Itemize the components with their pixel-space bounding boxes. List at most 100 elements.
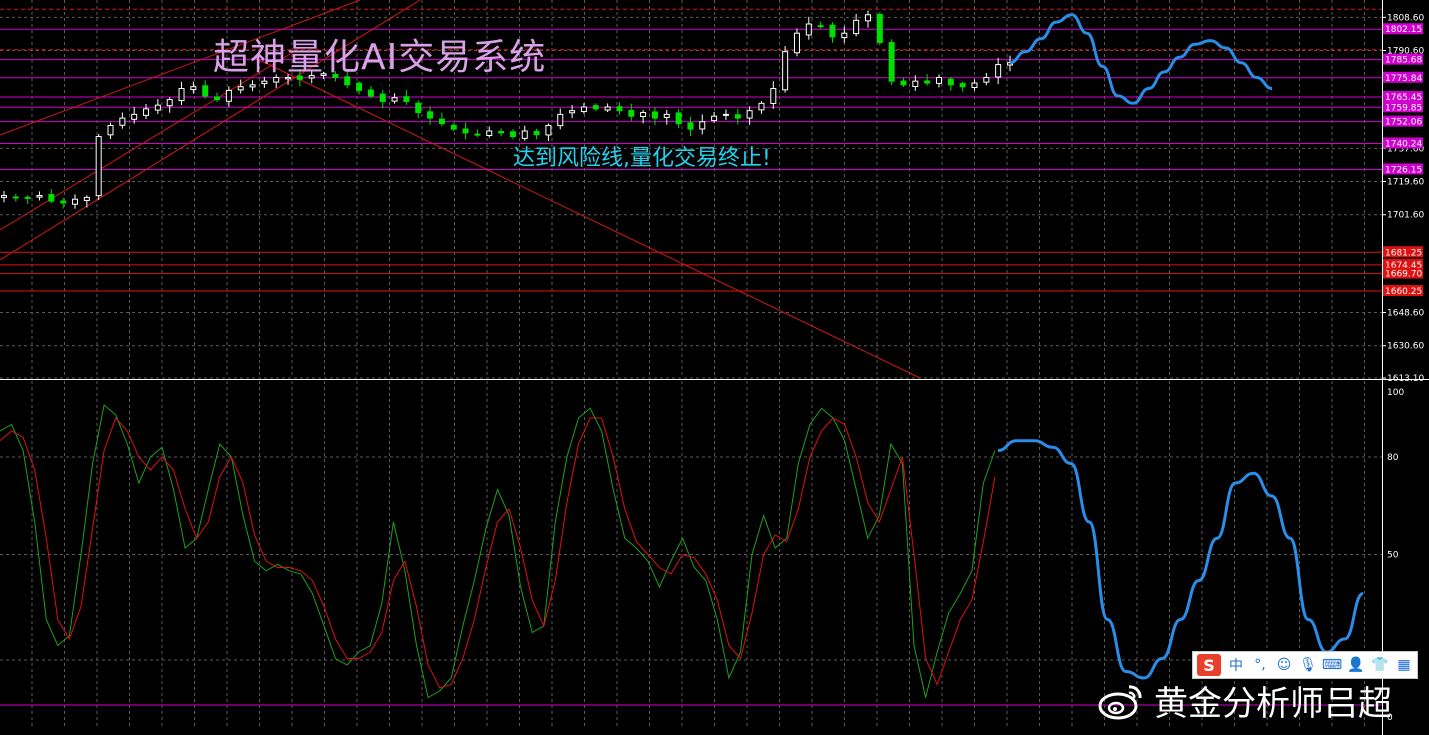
candle-body	[841, 32, 848, 39]
candle-body	[971, 82, 978, 89]
candle-body	[214, 96, 221, 101]
candle-body	[533, 130, 540, 136]
magenta-level-label: 1775.84	[1385, 74, 1422, 84]
candle-body	[427, 111, 434, 119]
stoch-tick-label: 100	[1387, 388, 1404, 398]
candle-body	[36, 195, 43, 198]
watermark-text: 黄金分析师吕超	[1154, 684, 1392, 724]
candle-body	[509, 131, 516, 138]
candle-body	[391, 97, 398, 102]
candle-body	[876, 14, 883, 43]
candle-body	[119, 117, 126, 126]
chart-title-overlay: 超神量化AI交易系统	[213, 37, 547, 78]
candle-body	[202, 85, 209, 97]
candle-body	[651, 111, 658, 119]
candle-body	[711, 115, 718, 122]
candle-body	[237, 86, 244, 91]
candle-body	[545, 124, 552, 136]
candle-body	[143, 108, 150, 116]
candle-body	[758, 102, 765, 111]
candle-body	[734, 114, 741, 119]
magenta-level-label: 1785.68	[1385, 56, 1422, 66]
candle-body	[900, 80, 907, 86]
weibo-logo-icon	[1098, 684, 1142, 719]
y-tick-label: 1701.60	[1387, 211, 1424, 221]
candle-body	[569, 110, 576, 114]
candle-body	[356, 82, 363, 91]
candle-body	[462, 128, 469, 134]
candle-body	[403, 96, 410, 102]
candle-body	[663, 113, 670, 118]
candle-body	[675, 112, 682, 125]
candle-body	[746, 110, 753, 119]
candle-body	[12, 196, 19, 199]
candle-body	[557, 113, 564, 127]
candle-body	[687, 122, 694, 130]
magenta-level-label: 1759.85	[1385, 103, 1422, 113]
y-tick-label: 1648.60	[1387, 309, 1424, 319]
candle-body	[521, 130, 528, 139]
candle-body	[438, 118, 445, 125]
candle-body	[947, 78, 954, 86]
candle-body	[592, 105, 599, 110]
candle-body	[24, 196, 31, 199]
candle-body	[178, 88, 185, 102]
candle-body	[782, 51, 789, 91]
keyboard-icon[interactable]: ⌨	[1322, 656, 1342, 674]
magenta-level-label: 1726.15	[1385, 165, 1422, 175]
candle-body	[1, 195, 7, 198]
toolbox-icon[interactable]: ▦	[1395, 656, 1413, 674]
microphone-icon[interactable]: 🎙	[1299, 656, 1317, 674]
candle-body	[474, 133, 481, 136]
stoch-tick-label: 50	[1387, 551, 1399, 561]
weibo-watermark: 黄金分析师吕超	[1098, 676, 1392, 725]
candle-body	[722, 113, 729, 116]
y-tick-label: 1808.60	[1387, 13, 1424, 23]
candle-body	[367, 89, 374, 97]
user-icon[interactable]: 👤	[1347, 656, 1365, 674]
candle-body	[95, 136, 102, 197]
candle-body	[640, 112, 647, 118]
candle-body	[829, 24, 836, 38]
red-level-label: 1660.25	[1385, 287, 1422, 297]
candle-body	[995, 64, 1002, 78]
ime-logo-icon[interactable]: S	[1197, 654, 1221, 676]
candle-body	[154, 104, 161, 111]
candle-body	[379, 93, 386, 102]
y-tick-label: 1613.10	[1387, 374, 1424, 384]
candle-body	[249, 84, 256, 88]
candle-body	[166, 99, 173, 107]
candle-body	[225, 89, 232, 102]
candle-body	[107, 124, 114, 136]
candle-body	[853, 19, 860, 35]
red-level-label: 1681.25	[1385, 248, 1422, 258]
emoji-icon[interactable]: ☺	[1275, 656, 1293, 674]
candle-body	[793, 32, 800, 54]
candle-body	[888, 41, 895, 82]
punctuation-icon[interactable]: °,	[1251, 656, 1269, 674]
stoch-tick-label: 80	[1387, 453, 1399, 463]
candle-body	[190, 86, 197, 91]
candle-body	[959, 83, 966, 88]
candle-body	[983, 76, 990, 83]
ime-toolbar[interactable]: S 中 °, ☺ 🎙 ⌨ 👤 👕 ▦	[1192, 651, 1418, 679]
chart-canvas: 1808.601790.601737.601719.601701.601648.…	[0, 0, 1429, 735]
candle-body	[131, 113, 138, 120]
candle-body	[83, 196, 90, 201]
candle-body	[60, 200, 67, 204]
candle-body	[261, 80, 268, 85]
candle-body	[912, 80, 919, 87]
candle-body	[604, 106, 611, 111]
magenta-level-label: 1740.24	[1385, 139, 1422, 149]
candle-body	[580, 106, 587, 113]
risk-line-note: 达到风险线,量化交易终止!	[513, 146, 771, 171]
candle-body	[805, 23, 812, 36]
magenta-level-label: 1802.15	[1385, 25, 1422, 35]
candle-body	[699, 121, 706, 130]
candle-body	[817, 25, 824, 28]
candle-body	[935, 76, 942, 84]
magenta-level-label: 1752.06	[1385, 118, 1422, 128]
y-tick-label: 1719.60	[1387, 178, 1424, 188]
ime-language-toggle[interactable]: 中	[1227, 656, 1245, 674]
skin-icon[interactable]: 👕	[1371, 656, 1389, 674]
